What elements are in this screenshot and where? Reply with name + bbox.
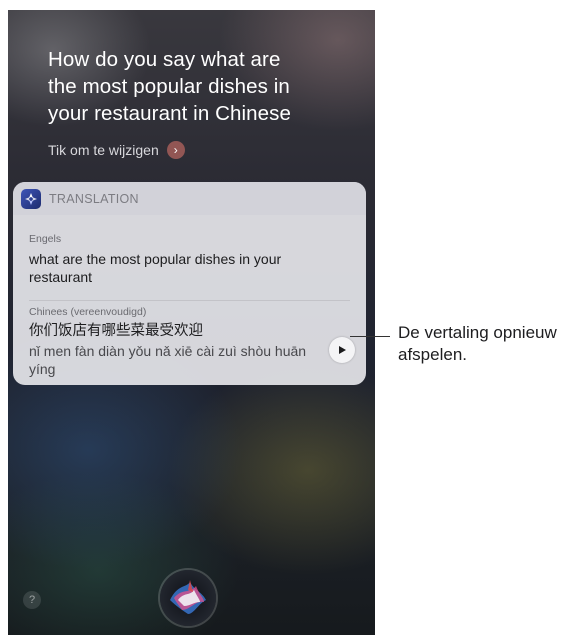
card-header: TRANSLATION xyxy=(13,182,366,215)
card-title: TRANSLATION xyxy=(49,191,139,206)
siri-query: How do you say what are the most popular… xyxy=(48,46,318,127)
play-icon xyxy=(339,346,346,354)
play-button[interactable] xyxy=(329,337,355,363)
siri-query-line: the most popular dishes in xyxy=(48,75,290,98)
source-text: what are the most popular dishes in your… xyxy=(29,251,282,285)
target-text: 你们饭店有哪些菜最受欢迎 xyxy=(29,323,203,339)
source-language-label: Engels xyxy=(29,233,62,245)
translate-compass-icon xyxy=(21,188,41,209)
siri-query-line: your restaurant in Chinese xyxy=(48,102,292,125)
chevron-right-icon: › xyxy=(166,141,185,159)
tap-to-edit-label: Tik om te wijzigen xyxy=(48,142,159,158)
target-language-label: Chinees (vereenvoudigd) xyxy=(29,306,147,318)
callout-line xyxy=(350,336,390,337)
tap-to-edit-button[interactable]: Tik om te wijzigen › xyxy=(48,140,185,160)
divider xyxy=(29,300,350,301)
siri-orb-button[interactable] xyxy=(160,570,216,626)
siri-screen: How do you say what are the most popular… xyxy=(8,10,375,635)
siri-waveform-icon xyxy=(170,580,206,614)
pinyin-text: nǐ men fàn diàn yǒu nǎ xiē cài zuì shòu … xyxy=(29,343,307,377)
siri-query-line: How do you say what are xyxy=(48,48,281,71)
help-button[interactable]: ? xyxy=(23,591,41,609)
translation-card[interactable]: TRANSLATION Engels what are the most pop… xyxy=(13,182,366,385)
callout-text: De vertaling opnieuw afspelen. xyxy=(398,323,557,364)
